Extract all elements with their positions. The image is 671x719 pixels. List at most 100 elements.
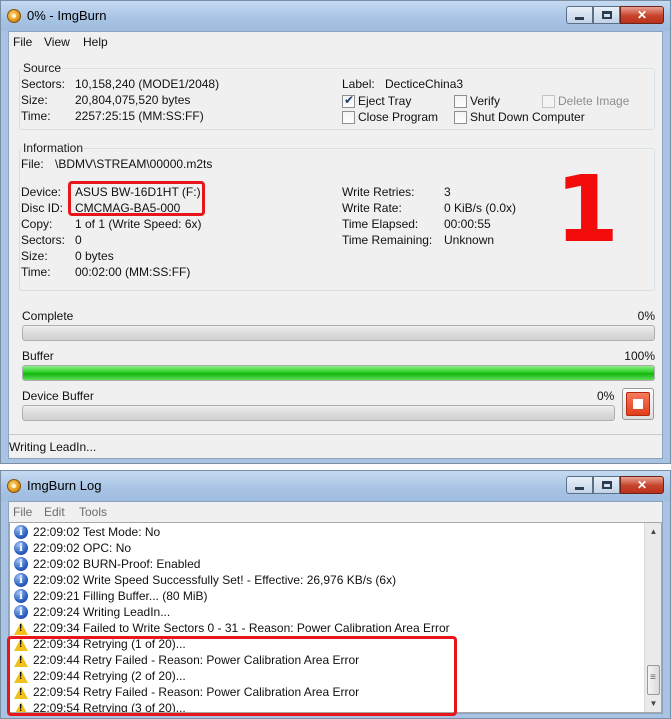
- complete-percent: 0%: [637, 309, 655, 323]
- log-menu-file[interactable]: File: [13, 505, 32, 519]
- info-icon: i: [14, 573, 28, 587]
- write-rate-value: 0 KiB/s (0.0x): [444, 201, 517, 215]
- log-entry-text: 22:09:02 OPC: No: [33, 541, 132, 555]
- close-program-label[interactable]: Close Program: [358, 110, 438, 124]
- source-sectors-value: 10,158,240 (MODE1/2048): [75, 77, 220, 91]
- log-menu-tools[interactable]: Tools: [79, 505, 107, 519]
- time-elapsed-label: Time Elapsed:: [342, 217, 419, 231]
- maximize-icon: [601, 481, 612, 489]
- delete-image-label: Delete Image: [558, 94, 630, 108]
- log-entry[interactable]: i 22:09:02 Test Mode: No: [14, 524, 160, 540]
- eject-tray-checkbox[interactable]: [342, 93, 355, 108]
- device-buffer-progress-bar: [22, 405, 615, 421]
- source-sectors-label: Sectors:: [21, 77, 66, 91]
- write-rate-label: Write Rate:: [342, 201, 402, 215]
- info-time-value: 00:02:00 (MM:SS:FF): [75, 265, 191, 279]
- info-time-label: Time:: [21, 265, 51, 279]
- maximize-button[interactable]: [593, 6, 620, 24]
- log-entry[interactable]: i 22:09:24 Writing LeadIn...: [14, 604, 170, 620]
- imgburn-app-icon: [7, 9, 21, 23]
- log-entry-text: 22:09:02 Test Mode: No: [33, 525, 161, 539]
- log-vertical-scrollbar[interactable]: ▲ ▼: [644, 523, 661, 712]
- complete-label: Complete: [22, 309, 74, 323]
- main-title-bar[interactable]: 0% - ImgBurn ✕: [1, 1, 670, 31]
- verify-label[interactable]: Verify: [470, 94, 500, 108]
- log-entry[interactable]: 22:09:34 Failed to Write Sectors 0 - 31 …: [14, 620, 450, 636]
- info-device-label: Device:: [21, 185, 62, 199]
- main-menu-bar: File View Help: [9, 32, 662, 52]
- log-entry[interactable]: i 22:09:02 OPC: No: [14, 540, 131, 556]
- warning-icon: [14, 621, 28, 635]
- log-entry-text: 22:09:34 Failed to Write Sectors 0 - 31 …: [33, 621, 450, 635]
- scroll-down-icon[interactable]: ▼: [646, 696, 661, 711]
- source-size-label: Size:: [21, 93, 48, 107]
- log-maximize-button[interactable]: [593, 476, 620, 494]
- info-icon: i: [14, 589, 28, 603]
- info-file-value: \BDMV\STREAM\00000.m2ts: [55, 157, 213, 171]
- log-entry-text: 22:09:02 Write Speed Successfully Set! -…: [33, 573, 397, 587]
- disc-label-value: DecticeChina3: [385, 77, 464, 91]
- stop-button[interactable]: [622, 388, 654, 420]
- log-entry-text: 22:09:02 BURN-Proof: Enabled: [33, 557, 201, 571]
- menu-file[interactable]: File: [13, 35, 32, 49]
- source-time-value: 2257:25:15 (MM:SS:FF): [75, 109, 204, 123]
- log-window-title: ImgBurn Log: [27, 478, 102, 493]
- close-program-checkbox[interactable]: [342, 111, 355, 124]
- delete-image-checkbox: [542, 95, 555, 108]
- write-retries-label: Write Retries:: [342, 185, 415, 199]
- imgburn-main-window: 0% - ImgBurn ✕ File View Help Source Sec…: [0, 0, 671, 464]
- info-file-label: File:: [21, 157, 44, 171]
- log-entry[interactable]: i 22:09:21 Filling Buffer... (80 MiB): [14, 588, 208, 604]
- time-remaining-value: Unknown: [444, 233, 495, 247]
- maximize-icon: [601, 11, 612, 19]
- time-elapsed-value: 00:00:55: [444, 217, 491, 231]
- scroll-up-icon[interactable]: ▲: [646, 524, 661, 539]
- log-entry-text: 22:09:21 Filling Buffer... (80 MiB): [33, 589, 208, 603]
- menu-view[interactable]: View: [44, 35, 70, 49]
- info-size-label: Size:: [21, 249, 48, 263]
- main-client-area: File View Help Source Sectors: 10,158,24…: [8, 31, 663, 459]
- source-group-label: Source: [22, 61, 63, 75]
- time-remaining-label: Time Remaining:: [342, 233, 433, 247]
- log-entry[interactable]: i 22:09:02 Write Speed Successfully Set! …: [14, 572, 396, 588]
- menu-help[interactable]: Help: [83, 35, 108, 49]
- info-size-value: 0 bytes: [75, 249, 114, 263]
- eject-tray-label[interactable]: Eject Tray: [358, 94, 411, 108]
- info-disc-id-label: Disc ID:: [21, 201, 63, 215]
- main-window-title: 0% - ImgBurn: [27, 8, 107, 23]
- log-menu-edit[interactable]: Edit: [44, 505, 65, 519]
- information-group-label: Information: [22, 141, 85, 155]
- scroll-thumb[interactable]: [647, 665, 660, 695]
- info-icon: i: [14, 557, 28, 571]
- shut-down-label[interactable]: Shut Down Computer: [470, 110, 585, 124]
- info-copy-value: 1 of 1 (Write Speed: 6x): [75, 217, 202, 231]
- close-icon: ✕: [636, 478, 648, 492]
- buffer-label: Buffer: [22, 349, 54, 363]
- minimize-button[interactable]: [566, 6, 593, 24]
- device-buffer-percent: 0%: [597, 389, 615, 403]
- device-highlight-box: [68, 181, 205, 216]
- verify-checkbox[interactable]: [454, 95, 467, 108]
- log-entry[interactable]: i 22:09:02 BURN-Proof: Enabled: [14, 556, 200, 572]
- write-retries-value: 3: [444, 185, 451, 199]
- log-entry-text: 22:09:24 Writing LeadIn...: [33, 605, 171, 619]
- errors-highlight-box: [7, 636, 457, 716]
- info-sectors-value: 0: [75, 233, 82, 247]
- info-copy-label: Copy:: [21, 217, 53, 231]
- minimize-icon: [575, 486, 584, 490]
- buffer-progress-fill: [23, 366, 654, 380]
- log-title-bar[interactable]: ImgBurn Log ✕: [1, 471, 670, 501]
- log-minimize-button[interactable]: [566, 476, 593, 494]
- info-icon: i: [14, 541, 28, 555]
- log-menu-bar: File Edit Tools: [9, 502, 662, 522]
- log-client-area: File Edit Tools i 22:09:02 Test Mode: No i…: [7, 501, 663, 716]
- minimize-icon: [575, 16, 584, 20]
- source-size-value: 20,804,075,520 bytes: [75, 93, 191, 107]
- close-button[interactable]: ✕: [620, 6, 664, 24]
- log-close-button[interactable]: ✕: [620, 476, 664, 494]
- shut-down-checkbox[interactable]: [454, 111, 467, 124]
- info-icon: i: [14, 525, 28, 539]
- source-time-label: Time:: [21, 109, 51, 123]
- buffer-percent: 100%: [624, 349, 655, 363]
- status-text: Writing LeadIn...: [9, 440, 97, 454]
